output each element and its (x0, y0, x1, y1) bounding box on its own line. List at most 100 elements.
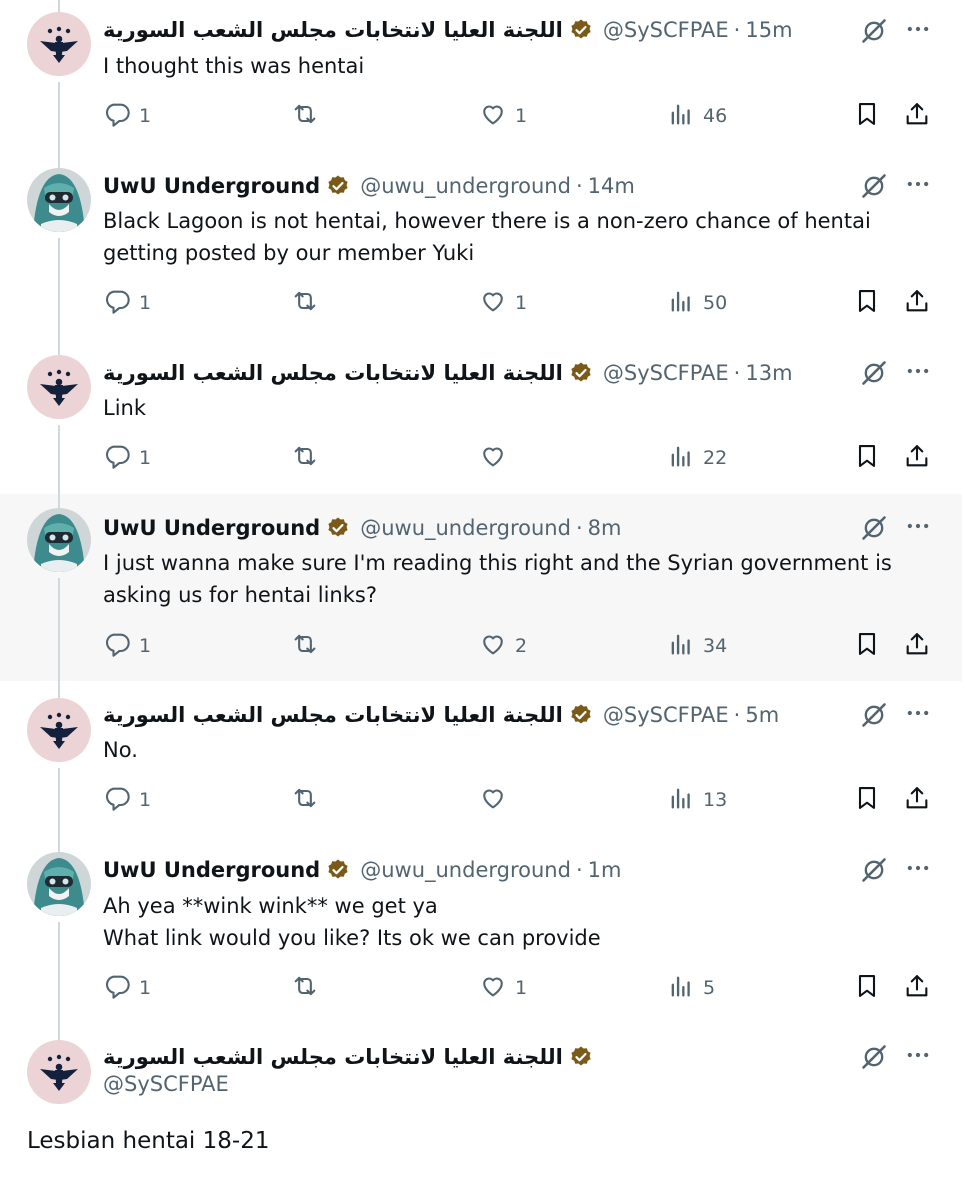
more-icon[interactable] (904, 170, 932, 198)
avatar-uwu-underground[interactable] (27, 508, 91, 572)
avatar-syscfpae[interactable] (27, 1040, 91, 1104)
bookmark-button[interactable] (853, 629, 881, 663)
view-count: 5 (703, 977, 716, 999)
views-button[interactable]: 50 (667, 286, 727, 320)
verified-gold-badge (569, 1045, 593, 1069)
reply-button[interactable]: 1 (103, 783, 151, 817)
author-name[interactable]: اللجنة العليا لانتخابات مجلس الشعب السور… (103, 361, 563, 385)
author-handle[interactable]: @SySCFPAE (603, 18, 729, 42)
grok-icon[interactable] (860, 514, 888, 542)
like-button[interactable]: 1 (479, 99, 527, 133)
reply-tweet[interactable]: UwU Underground @uwu_underground · 8m I … (0, 494, 962, 681)
reply-button[interactable]: 1 (103, 629, 151, 663)
reply-tweet[interactable]: اللجنة العليا لانتخابات مجلس الشعب السور… (0, 681, 962, 838)
thread-line (58, 343, 60, 355)
views-button[interactable]: 5 (667, 971, 715, 1005)
reply-button[interactable]: 1 (103, 286, 151, 320)
bookmark-icon (853, 100, 881, 132)
avatar-syscfpae[interactable] (27, 12, 91, 76)
bookmark-button[interactable] (853, 971, 881, 1005)
bookmark-button[interactable] (853, 783, 881, 817)
more-icon[interactable] (904, 15, 932, 43)
more-icon[interactable] (904, 512, 932, 540)
author-handle[interactable]: @uwu_underground (360, 516, 571, 540)
retweet-icon (291, 287, 319, 319)
like-button[interactable]: 2 (479, 629, 527, 663)
share-button[interactable] (903, 441, 931, 475)
author-name[interactable]: UwU Underground (103, 516, 320, 540)
reply-tweet[interactable]: اللجنة العليا لانتخابات مجلس الشعب السور… (0, 343, 962, 494)
retweet-button[interactable] (291, 441, 319, 475)
bookmark-icon (853, 784, 881, 816)
avatar-syscfpae[interactable] (27, 698, 91, 762)
grok-icon[interactable] (860, 359, 888, 387)
author-name[interactable]: اللجنة العليا لانتخابات مجلس الشعب السور… (103, 18, 563, 42)
retweet-button[interactable] (291, 286, 319, 320)
views-button[interactable]: 22 (667, 441, 727, 475)
retweet-button[interactable] (291, 629, 319, 663)
timestamp[interactable]: 14m (588, 174, 635, 198)
bookmark-button[interactable] (853, 286, 881, 320)
share-button[interactable] (903, 629, 931, 663)
avatar-uwu-underground[interactable] (27, 852, 91, 916)
tweet-text-line: I just wanna make sure I'm reading this … (103, 551, 892, 575)
like-button[interactable]: 1 (479, 971, 527, 1005)
like-button[interactable] (479, 441, 507, 475)
author-name[interactable]: اللجنة العليا لانتخابات مجلس الشعب السور… (103, 703, 563, 727)
grok-icon[interactable] (860, 172, 888, 200)
grok-icon[interactable] (860, 856, 888, 884)
thread-line (58, 425, 60, 494)
like-button[interactable] (479, 783, 507, 817)
tweet-text-line: getting posted by our member Yuki (103, 241, 475, 265)
retweet-button[interactable] (291, 783, 319, 817)
timestamp[interactable]: 13m (745, 361, 792, 385)
like-count: 1 (515, 977, 528, 999)
grok-icon[interactable] (860, 1043, 888, 1071)
conversation-thread: اللجنة العليا لانتخابات مجلس الشعب السور… (0, 0, 965, 1182)
author-name[interactable]: UwU Underground (103, 174, 320, 198)
view-count: 22 (703, 447, 728, 469)
more-icon[interactable] (904, 1041, 932, 1069)
author-handle[interactable]: @SySCFPAE (603, 361, 729, 385)
share-button[interactable] (903, 99, 931, 133)
avatar-syscfpae[interactable] (27, 355, 91, 419)
author-handle[interactable]: @SySCFPAE (603, 703, 729, 727)
author-name[interactable]: اللجنة العليا لانتخابات مجلس الشعب السور… (103, 1045, 563, 1069)
share-button[interactable] (903, 286, 931, 320)
more-icon[interactable] (904, 357, 932, 385)
bookmark-button[interactable] (853, 441, 881, 475)
retweet-button[interactable] (291, 971, 319, 1005)
separator-dot: · (733, 703, 741, 727)
timestamp[interactable]: 5m (745, 703, 779, 727)
more-icon[interactable] (904, 699, 932, 727)
bookmark-icon (853, 972, 881, 1004)
grok-icon[interactable] (860, 701, 888, 729)
share-button[interactable] (903, 971, 931, 1005)
author-name[interactable]: UwU Underground (103, 858, 320, 882)
reply-button[interactable]: 1 (103, 441, 151, 475)
retweet-icon (291, 784, 319, 816)
author-handle[interactable]: @uwu_underground (360, 174, 571, 198)
thread-line (58, 578, 60, 681)
like-button[interactable]: 1 (479, 286, 527, 320)
author-handle[interactable]: @SySCFPAE (103, 1072, 229, 1096)
reply-button[interactable]: 1 (103, 99, 151, 133)
views-button[interactable]: 46 (667, 99, 727, 133)
bookmark-button[interactable] (853, 99, 881, 133)
reply-button[interactable]: 1 (103, 971, 151, 1005)
author-handle[interactable]: @uwu_underground (360, 858, 571, 882)
share-button[interactable] (903, 783, 931, 817)
avatar-uwu-underground[interactable] (27, 168, 91, 232)
reply-tweet[interactable]: UwU Underground @uwu_underground · 14m B… (0, 160, 962, 343)
timestamp[interactable]: 1m (588, 858, 622, 882)
grok-icon[interactable] (860, 17, 888, 45)
reply-tweet[interactable]: UwU Underground @uwu_underground · 1m Ah… (0, 838, 962, 1026)
retweet-button[interactable] (291, 99, 319, 133)
timestamp[interactable]: 15m (745, 18, 792, 42)
reply-icon (103, 287, 131, 319)
timestamp[interactable]: 8m (588, 516, 622, 540)
reply-tweet[interactable]: اللجنة العليا لانتخابات مجلس الشعب السور… (0, 0, 962, 160)
views-button[interactable]: 34 (667, 629, 727, 663)
more-icon[interactable] (904, 854, 932, 882)
views-button[interactable]: 13 (667, 783, 727, 817)
